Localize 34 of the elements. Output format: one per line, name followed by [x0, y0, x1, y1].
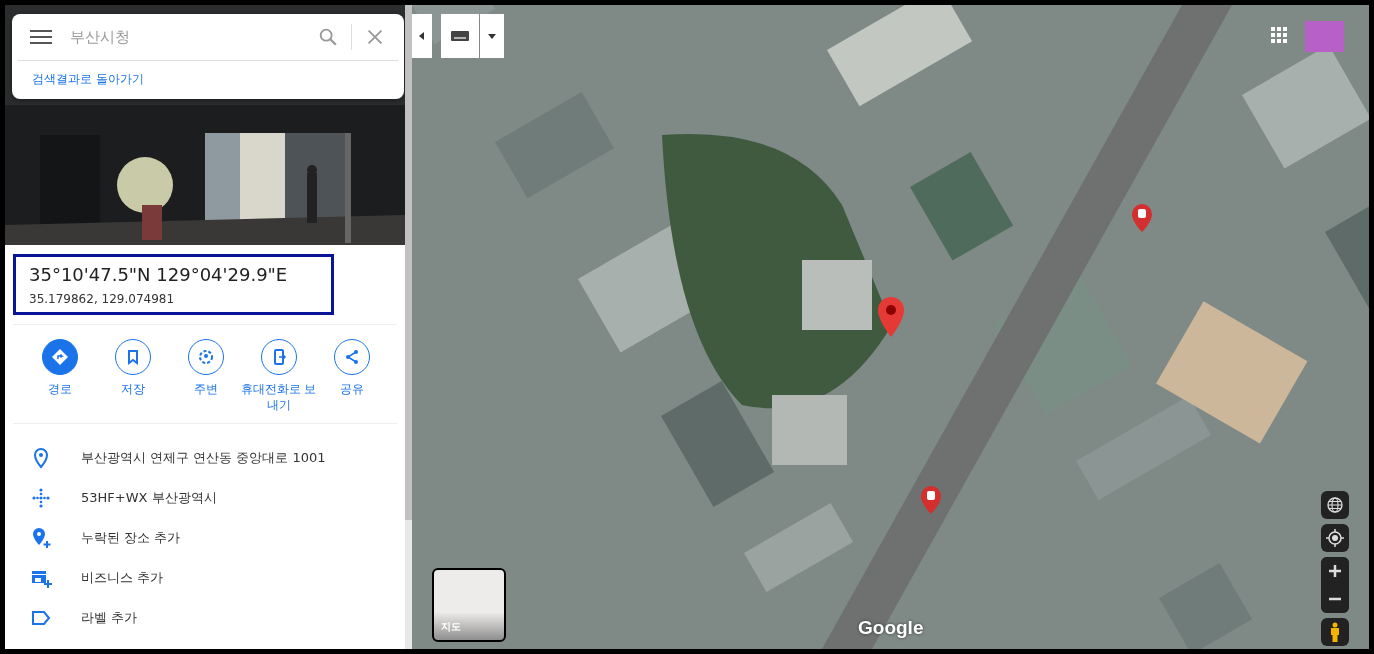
train-station-pin-icon	[920, 485, 942, 515]
detail-text[interactable]: 부산광역시 연제구 연산동 중앙대로 1001	[81, 449, 326, 467]
globe-icon	[1327, 497, 1343, 513]
action-button[interactable]: 휴대전화로 보내기	[242, 339, 315, 413]
back-to-results-link[interactable]: 검색결과로 돌아가기	[32, 71, 144, 88]
action-button[interactable]: 주변	[169, 339, 242, 413]
detail-text[interactable]: 라벨 추가	[81, 609, 138, 627]
street-view-button[interactable]	[1321, 618, 1349, 646]
keyboard-button[interactable]	[441, 14, 479, 58]
caret-icon	[488, 33, 496, 39]
scrollbar-thumb[interactable]	[405, 5, 412, 520]
minus-icon	[1329, 597, 1341, 601]
google-logo: Google	[858, 617, 924, 639]
globe-button[interactable]	[1321, 491, 1349, 519]
person-icon	[1329, 622, 1341, 642]
crosshair-icon	[1326, 529, 1344, 547]
collapse-panel-button[interactable]	[412, 14, 432, 58]
coordinates-decimal: 35.179862, 129.074981	[29, 292, 176, 306]
action-button[interactable]: 경로	[23, 339, 96, 413]
search-icon[interactable]	[317, 26, 339, 48]
apps-grid-icon[interactable]	[1271, 27, 1287, 43]
triangle-left-icon	[419, 32, 425, 40]
menu-icon[interactable]	[30, 29, 52, 45]
coordinates-dms: 35°10'47.5"N 129°04'29.9"E	[29, 264, 289, 285]
detail-text[interactable]: 누락된 장소 추가	[81, 529, 181, 547]
plus-icon	[1329, 565, 1341, 577]
action-button[interactable]: 저장	[96, 339, 169, 413]
train-station-pin-icon	[1131, 203, 1153, 233]
detail-text[interactable]: 53HF+WX 부산광역시	[81, 489, 217, 507]
search-field[interactable]: 부산시청	[68, 27, 305, 47]
action-button[interactable]: 공유	[315, 339, 388, 413]
my-location-button[interactable]	[1321, 524, 1349, 552]
keyboard-icon	[451, 31, 469, 41]
detail-text[interactable]: 비즈니스 추가	[81, 569, 164, 587]
